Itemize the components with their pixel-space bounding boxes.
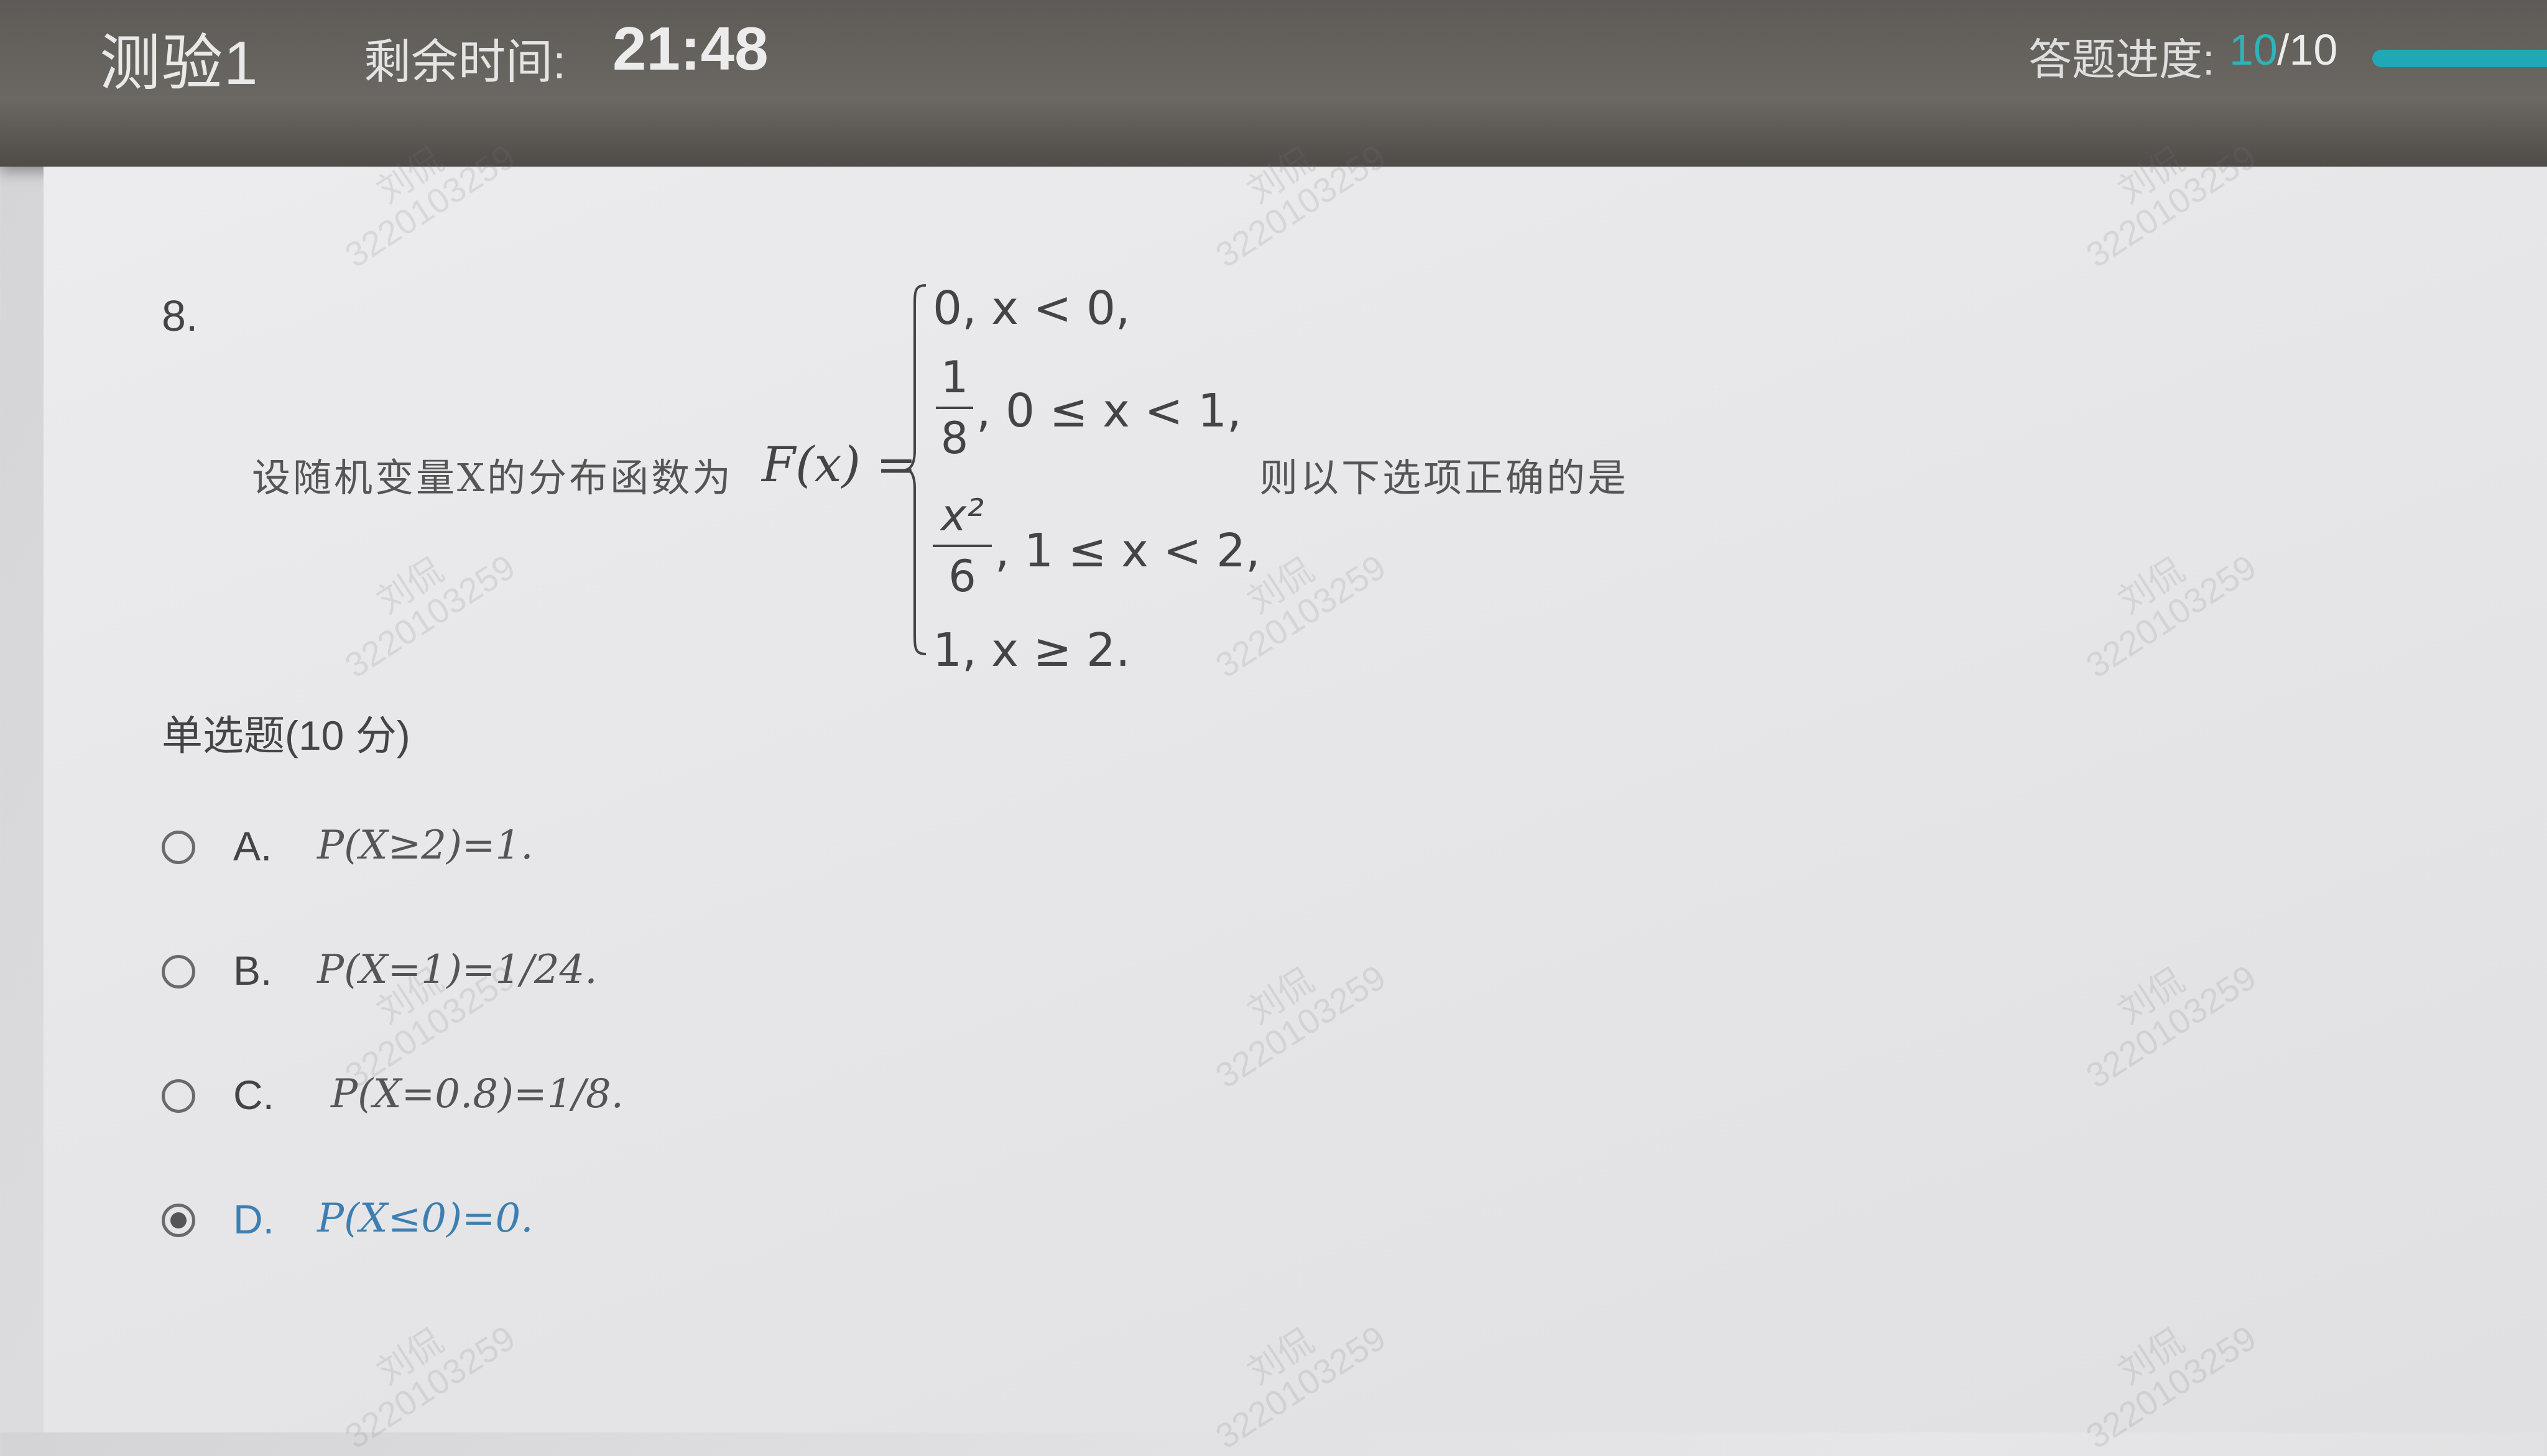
- radio-button[interactable]: [162, 955, 195, 988]
- case-3-numerator: x²: [940, 490, 984, 541]
- watermark: 刘侃 3220103259: [2060, 518, 2263, 684]
- watermark: 刘侃 3220103259: [1190, 928, 1392, 1095]
- progress-total: /10: [2277, 25, 2338, 74]
- option-c[interactable]: C. P(X=0.8)=1/8.: [162, 1068, 721, 1130]
- option-a[interactable]: A. P(X≥2)=1.: [162, 819, 721, 882]
- case-2-fraction: 1 8: [936, 352, 973, 464]
- quiz-title: 测验1: [99, 29, 259, 97]
- question-type: 单选题(10 分): [162, 712, 410, 758]
- piecewise-brace: [905, 284, 927, 655]
- case-2-condition: , 0 ≤ x < 1,: [976, 384, 1242, 438]
- option-letter: B.: [233, 947, 272, 993]
- case-3-denominator: 6: [948, 551, 976, 602]
- question-panel: 刘侃 3220103259 刘侃 3220103259 刘侃 3220103259 刘…: [44, 136, 2547, 1456]
- question-stem-suffix: 则以下选项正确的是: [1259, 455, 1629, 500]
- case-3-condition: , 1 ≤ x < 2,: [995, 524, 1260, 578]
- function-lhs: F(x) =: [762, 437, 917, 493]
- option-text: P(X≤0)=0.: [317, 1196, 534, 1242]
- option-text: P(X=0.8)=1/8.: [331, 1071, 624, 1117]
- progress-bar: [2372, 50, 2547, 67]
- question-stem-prefix: 设随机变量X的分布函数为: [252, 455, 734, 500]
- case-4: 1, x ≥ 2.: [933, 624, 1130, 677]
- watermark: 刘侃 3220103259: [319, 1289, 522, 1455]
- watermark: 刘侃 3220103259: [1190, 1289, 1392, 1455]
- option-letter: D.: [233, 1196, 274, 1242]
- watermark: 刘侃 3220103259: [319, 518, 522, 684]
- watermark: 刘侃 3220103259: [2060, 1289, 2263, 1455]
- option-letter: A.: [233, 823, 272, 869]
- progress-label: 答题进度:: [2028, 35, 2215, 84]
- case-3-fraction: x² 6: [933, 490, 992, 602]
- fraction-bar: [933, 545, 992, 547]
- option-b[interactable]: B. P(X=1)=1/24.: [162, 944, 721, 1006]
- progress-current: 10: [2229, 25, 2278, 74]
- option-text: P(X=1)=1/24.: [317, 947, 598, 993]
- radio-button[interactable]: [162, 831, 195, 864]
- timer-label: 剩余时间:: [364, 36, 566, 89]
- case-1: 0, x < 0,: [933, 282, 1130, 335]
- case-2-numerator: 1: [940, 352, 969, 403]
- timer-value: 21:48: [612, 14, 769, 83]
- question-number: 8.: [162, 292, 198, 340]
- watermark: 刘侃 3220103259: [2060, 928, 2263, 1095]
- option-d[interactable]: D. P(X≤0)=0.: [162, 1192, 721, 1255]
- option-text: P(X≥2)=1.: [317, 822, 534, 869]
- progress-bar-fill: [2372, 50, 2547, 67]
- case-2-denominator: 8: [940, 413, 969, 464]
- radio-button-selected[interactable]: [162, 1204, 195, 1237]
- fraction-bar: [936, 407, 973, 409]
- option-letter: C.: [233, 1072, 274, 1118]
- radio-button[interactable]: [162, 1079, 195, 1113]
